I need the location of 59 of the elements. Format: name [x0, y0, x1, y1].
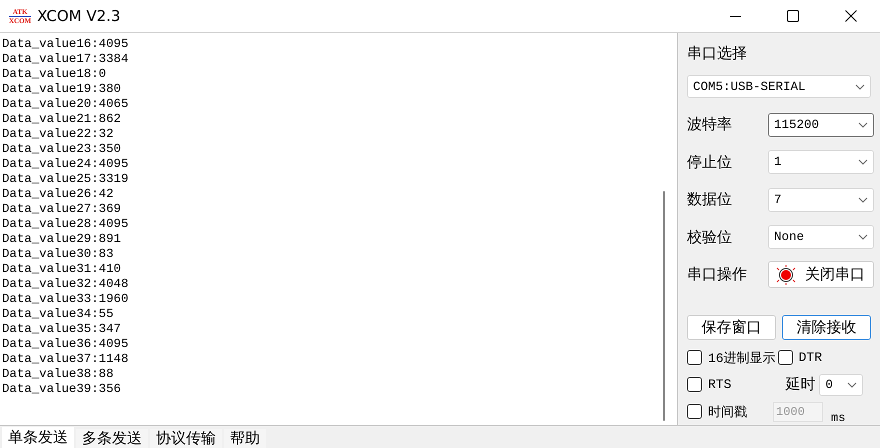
port-select-dropdown[interactable]: COM5:USB-SERIAL — [687, 75, 871, 98]
tab[interactable]: 帮助 — [224, 429, 266, 448]
tab[interactable]: 协议传输 — [150, 429, 222, 448]
setting-label: 波特率 — [687, 115, 732, 134]
setting-label: 数据位 — [687, 190, 732, 210]
chevron-down-icon — [858, 196, 868, 203]
log-line: Data_value38:88 — [2, 367, 115, 382]
log-line: Data_value19:380 — [2, 82, 122, 97]
log-line: Data_value37:1148 — [2, 352, 130, 367]
log-line: Data_value33:1960 — [2, 292, 130, 307]
log-line: Data_value26:42 — [2, 187, 115, 202]
tab[interactable]: 单条发送 — [2, 427, 74, 448]
log-line: Data_value36:4095 — [2, 337, 130, 352]
maximize-icon — [787, 10, 799, 22]
log-line: Data_value30:83 — [2, 247, 115, 262]
action-button[interactable]: 清除接收 — [782, 315, 871, 340]
log-line: Data_value29:891 — [2, 232, 122, 247]
checkbox[interactable]: DTR — [778, 350, 822, 366]
port-select-label: 串口选择 — [687, 44, 748, 63]
log-line: Data_value34:55 — [2, 307, 115, 322]
unit-label: ms — [831, 410, 846, 425]
log-line: Data_value18:0 — [2, 67, 108, 82]
setting-label: 停止位 — [687, 152, 732, 172]
log-line: Data_value32:4048 — [2, 277, 130, 292]
setting-dropdown[interactable]: 115200 — [768, 112, 874, 137]
log-line: Data_value39:356 — [2, 382, 122, 397]
chevron-down-icon — [847, 382, 858, 388]
window-title: XCOM V2.3 — [37, 7, 120, 25]
chevron-down-icon — [858, 234, 868, 240]
port-operation-label: 串口操作 — [687, 265, 747, 284]
checkbox[interactable]: 时间戳 — [687, 402, 747, 421]
tab[interactable]: 多条发送 — [76, 429, 148, 448]
log-line: Data_value20:4065 — [2, 97, 130, 112]
log-line: Data_value23:350 — [2, 142, 122, 157]
chevron-down-icon — [858, 159, 868, 166]
setting-label: 校验位 — [687, 228, 732, 247]
close-icon — [845, 10, 857, 22]
scrollbar-thumb[interactable] — [663, 191, 665, 421]
chevron-down-icon — [858, 122, 868, 128]
setting-dropdown[interactable]: None — [768, 225, 874, 250]
checkbox[interactable]: 16进制显示 — [687, 348, 776, 367]
checkbox[interactable]: RTS — [687, 377, 732, 392]
log-line: Data_value25:3319 — [2, 172, 130, 187]
log-line: Data_value16:4095 — [2, 37, 130, 52]
log-line: Data_value22:32 — [2, 127, 115, 142]
close-port-button[interactable]: 关闭串口 — [768, 261, 874, 288]
log-line: Data_value28:4095 — [2, 217, 130, 232]
log-line: Data_value27:369 — [2, 202, 122, 217]
log-line: Data_value31:410 — [2, 262, 122, 277]
log-line: Data_value35:347 — [2, 322, 122, 337]
log-line: Data_value21:862 — [2, 112, 122, 127]
log-line: Data_value24:4095 — [2, 157, 130, 172]
delay-label: 延时 — [785, 375, 816, 394]
setting-dropdown[interactable]: 7 — [768, 188, 874, 212]
log-line: Data_value17:3384 — [2, 52, 130, 67]
action-button[interactable]: 保存窗口 — [687, 315, 776, 340]
setting-dropdown[interactable]: 1 — [768, 150, 874, 174]
delay-dropdown[interactable]: 0 — [819, 374, 864, 396]
chevron-down-icon — [855, 84, 865, 90]
